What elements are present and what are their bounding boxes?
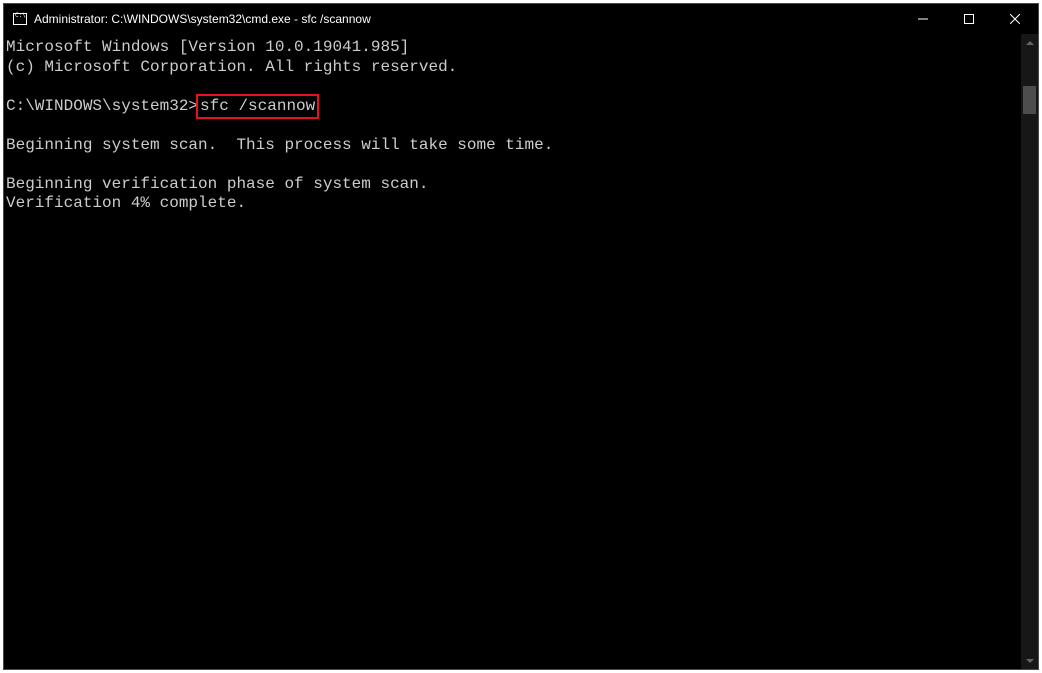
scrollbar-up-button[interactable] xyxy=(1021,34,1038,51)
scrollbar-thumb[interactable] xyxy=(1023,86,1036,114)
command-text: sfc /scannow xyxy=(200,97,315,115)
output-line: (c) Microsoft Corporation. All rights re… xyxy=(6,58,1019,78)
prompt-text: C:\WINDOWS\system32> xyxy=(6,97,198,117)
blank-line xyxy=(6,116,1019,136)
titlebar[interactable]: Administrator: C:\WINDOWS\system32\cmd.e… xyxy=(4,4,1038,34)
cmd-icon xyxy=(12,11,28,27)
output-line: Verification 4% complete. xyxy=(6,194,1019,214)
maximize-button[interactable] xyxy=(946,4,992,34)
terminal-content[interactable]: Microsoft Windows [Version 10.0.19041.98… xyxy=(4,34,1021,669)
window-title: Administrator: C:\WINDOWS\system32\cmd.e… xyxy=(34,12,371,26)
window-controls xyxy=(900,4,1038,34)
vertical-scrollbar[interactable] xyxy=(1021,34,1038,669)
prompt-line: C:\WINDOWS\system32>sfc /scannow xyxy=(6,97,1019,117)
command-highlight: sfc /scannow xyxy=(196,94,319,120)
scrollbar-down-button[interactable] xyxy=(1021,652,1038,669)
close-button[interactable] xyxy=(992,4,1038,34)
blank-line xyxy=(6,155,1019,175)
terminal-body: Microsoft Windows [Version 10.0.19041.98… xyxy=(4,34,1038,669)
output-line: Beginning verification phase of system s… xyxy=(6,175,1019,195)
blank-line xyxy=(6,77,1019,97)
output-line: Beginning system scan. This process will… xyxy=(6,136,1019,156)
minimize-button[interactable] xyxy=(900,4,946,34)
cmd-window: Administrator: C:\WINDOWS\system32\cmd.e… xyxy=(3,3,1039,670)
output-line: Microsoft Windows [Version 10.0.19041.98… xyxy=(6,38,1019,58)
